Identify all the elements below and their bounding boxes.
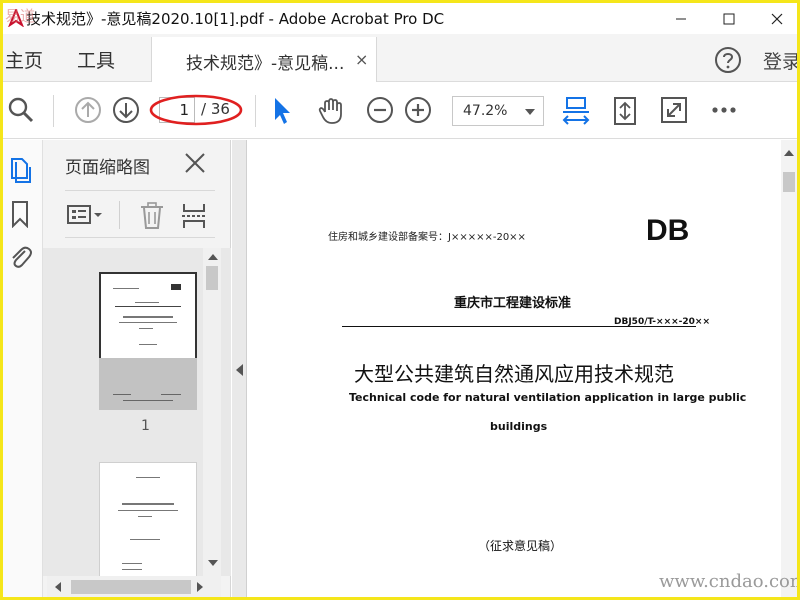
standard-type: DB [646, 214, 690, 247]
thumbnail-text-line [118, 510, 178, 511]
bookmark-icon[interactable] [7, 200, 33, 228]
fullscreen-icon[interactable] [660, 96, 688, 124]
window-title: 技术规范》-意见稿2020.10[1].pdf - Adobe Acrobat … [26, 10, 445, 28]
page-up-icon[interactable] [74, 96, 102, 124]
thumbnail-text-line [123, 316, 173, 318]
zoom-select[interactable]: 47.2% [452, 96, 544, 126]
scroll-right-arrow-icon[interactable] [197, 582, 203, 592]
menu-tools[interactable]: 工具 [77, 46, 115, 73]
maximize-icon [723, 13, 735, 24]
thumbnail-text-line [119, 322, 177, 323]
rotate-icon[interactable] [611, 96, 639, 126]
scroll-left-arrow-icon[interactable] [55, 582, 61, 592]
zoom-value: 47.2% [463, 103, 508, 119]
panel-toolbar [65, 190, 215, 238]
minimize-icon [676, 18, 686, 19]
draft-note: （征求意见稿） [478, 539, 563, 553]
document-title-cn: 大型公共建筑自然通风应用技术规范 [354, 362, 674, 386]
highlight-ellipse [149, 94, 243, 126]
thumbnail-page-label: 1 [141, 418, 150, 434]
panel-title: 页面缩略图 [65, 158, 150, 178]
scrollbar-thumb[interactable] [783, 172, 795, 192]
select-cursor-icon[interactable] [271, 96, 295, 126]
tab-close-icon[interactable]: × [355, 50, 368, 69]
thumbnail-text-line [122, 563, 142, 564]
title-rule [342, 326, 696, 327]
thumbnail-shadow-area [99, 358, 197, 410]
thumbnail-vertical-scrollbar[interactable] [203, 248, 221, 576]
hand-icon[interactable] [316, 96, 346, 126]
thumbnail-text-line [135, 302, 159, 303]
document-tab[interactable]: 技术规范》-意见稿... × [151, 37, 377, 82]
chevron-left-icon [236, 364, 243, 376]
document-view: 住房和城乡建设部备案号：J×××××-20×× DB 重庆市工程建设标准 DBJ… [248, 140, 797, 597]
thumbnail-text-line [122, 503, 174, 505]
close-window-button[interactable] [754, 3, 797, 34]
page-down-icon[interactable] [112, 96, 140, 124]
search-icon[interactable] [7, 96, 35, 124]
acrobat-window: 技术规范》-意见稿2020.10[1].pdf - Adobe Acrobat … [0, 0, 800, 600]
thumbnail-text-line [139, 344, 157, 345]
page-layout-icon[interactable] [181, 202, 207, 230]
scroll-down-arrow-icon[interactable] [208, 560, 218, 566]
document-title-en-line1: Technical code for natural ventilation a… [349, 391, 747, 404]
thumbnail-text-line [138, 516, 152, 517]
thumbnail-db-mark [171, 284, 181, 290]
zoom-out-icon[interactable] [366, 96, 394, 124]
document-tab-label: 技术规范》-意见稿... [186, 54, 345, 74]
thumbnail-text-line [123, 400, 173, 401]
toolbar-separator [53, 95, 54, 127]
close-icon [771, 13, 783, 24]
thumbnail-options-icon[interactable] [67, 204, 103, 226]
fit-width-icon[interactable] [561, 96, 591, 128]
panel-collapse-handle[interactable] [232, 140, 247, 597]
thumbnail-text-line [136, 477, 160, 478]
thumbnail-text-line [161, 394, 181, 395]
toolbar-separator [255, 95, 256, 127]
trash-icon[interactable] [139, 202, 165, 230]
menu-home[interactable]: 主页 [5, 46, 43, 73]
record-number: 住房和城乡建设部备案号：J×××××-20×× [328, 232, 526, 243]
thumbnail-text-line [113, 394, 131, 395]
document-title-en-line2: buildings [490, 420, 548, 433]
scroll-up-arrow-icon[interactable] [784, 150, 794, 156]
thumbnails-panel: 页面缩略图 1 [43, 140, 231, 597]
panel-separator [119, 201, 120, 229]
minimize-button[interactable] [658, 3, 704, 34]
thumbnail-text-line [130, 539, 160, 540]
tab-row: 主页 工具 技术规范》-意见稿... × 登录 [3, 34, 797, 82]
more-icon[interactable] [709, 96, 739, 124]
thumbnail-horizontal-scrollbar[interactable] [47, 576, 221, 597]
scrollbar-thumb[interactable] [71, 580, 191, 594]
help-icon[interactable] [714, 46, 742, 74]
thumbnail-rule [115, 306, 181, 307]
close-icon[interactable] [183, 151, 207, 175]
chevron-down-icon [525, 109, 535, 115]
page-thumbnails-icon[interactable] [7, 156, 33, 184]
page-thumbnail-2[interactable] [99, 462, 197, 576]
document-vertical-scrollbar[interactable] [781, 140, 797, 597]
maximize-button[interactable] [706, 3, 752, 34]
scrollbar-thumb[interactable] [206, 266, 218, 290]
issuer: 重庆市工程建设标准 [454, 296, 572, 311]
thumbnail-text-line [122, 569, 142, 570]
title-bar: 技术规范》-意见稿2020.10[1].pdf - Adobe Acrobat … [3, 3, 797, 34]
navigation-rail [3, 140, 43, 597]
thumbnail-text-line [139, 328, 153, 329]
watermark-top-left: 易道 [5, 7, 36, 25]
zoom-in-icon[interactable] [404, 96, 432, 124]
login-link[interactable]: 登录 [763, 47, 797, 74]
scroll-up-arrow-icon[interactable] [208, 254, 218, 260]
toolbar: 1 / 36 47.2% [3, 83, 797, 139]
watermark-bottom-right: www.cndao.com [659, 571, 800, 592]
attachment-icon[interactable] [7, 242, 33, 270]
thumbnail-text-line [113, 288, 139, 289]
